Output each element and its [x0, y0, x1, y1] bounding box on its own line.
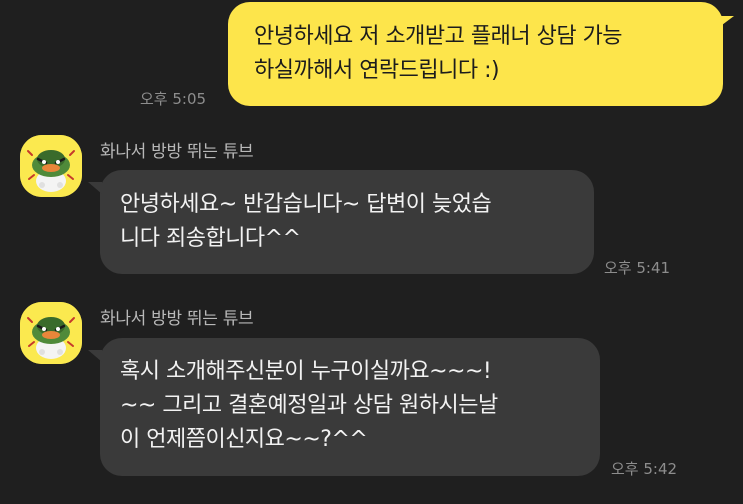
message-text-line: 혹시 소개해주신분이 누구이실까요~~~!: [120, 359, 492, 384]
message-timestamp: 오후 5:42: [611, 460, 678, 478]
message-text-line: 하실까해서 연락드립니다 :): [254, 58, 500, 83]
tube-character-icon: [20, 135, 82, 197]
profile-avatar[interactable]: [20, 302, 82, 364]
bubble-tail: [718, 16, 734, 28]
message-text-line: ~~ 그리고 결혼예정일과 상담 원하시는날: [120, 393, 498, 418]
message-text-line: 안녕하세요 저 소개받고 플래너 상담 가능: [254, 24, 623, 49]
sender-name: 화나서 방방 뛰는 튜브: [100, 309, 254, 329]
bubble-tail: [88, 350, 102, 362]
message-text-line: 이 언제쯤이신지요~~?^^: [120, 427, 368, 452]
tube-character-icon: [20, 302, 82, 364]
received-message-bubble[interactable]: 안녕하세요~ 반갑습니다~ 답변이 늦었습 니다 죄송합니다^^: [100, 170, 594, 274]
message-timestamp: 오후 5:05: [140, 90, 207, 108]
message-timestamp: 오후 5:41: [604, 259, 671, 277]
my-message-bubble[interactable]: 안녕하세요 저 소개받고 플래너 상담 가능 하실까해서 연락드립니다 :): [228, 2, 723, 106]
message-text-line: 안녕하세요~ 반갑습니다~ 답변이 늦었습: [120, 192, 492, 217]
received-message-bubble[interactable]: 혹시 소개해주신분이 누구이실까요~~~! ~~ 그리고 결혼예정일과 상담 원…: [100, 338, 600, 476]
sender-name: 화나서 방방 뛰는 튜브: [100, 142, 254, 162]
bubble-tail: [88, 182, 102, 194]
profile-avatar[interactable]: [20, 135, 82, 197]
message-text-line: 니다 죄송합니다^^: [120, 226, 301, 251]
